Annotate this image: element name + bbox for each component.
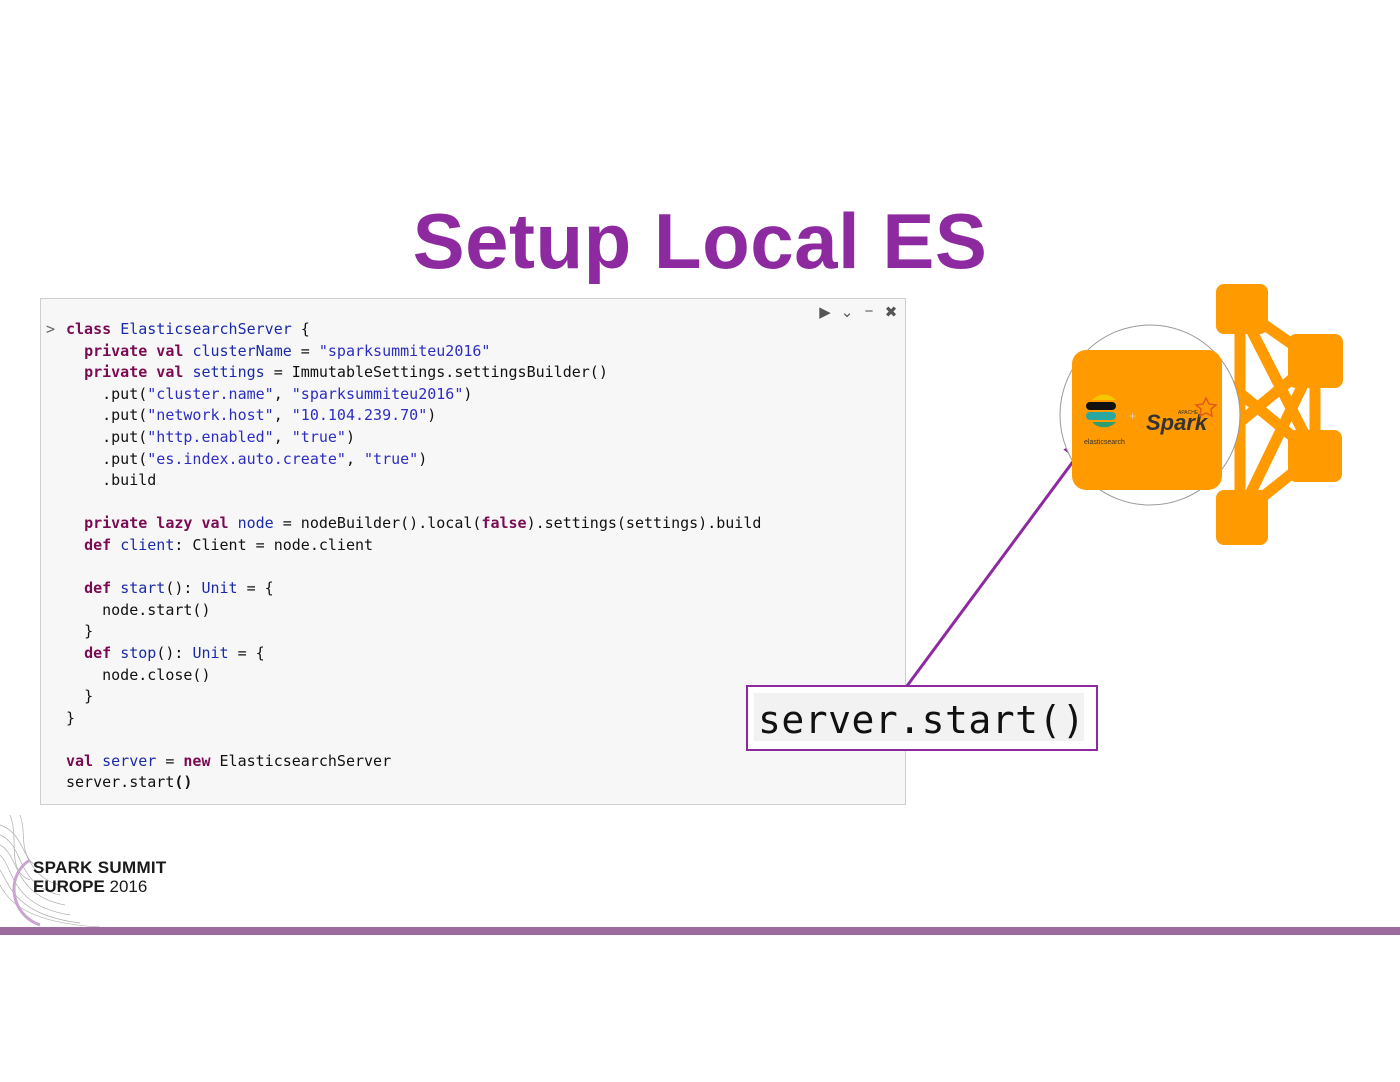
- close-icon[interactable]: ✖: [883, 303, 899, 321]
- cell-toolbar: ▶ ⌄ − ✖: [817, 303, 899, 321]
- code-text: =: [291, 341, 319, 360]
- chevron-down-icon[interactable]: ⌄: [839, 303, 855, 321]
- code-text: ).settings(settings).build: [526, 514, 762, 533]
- code-keyword: private lazy val: [84, 514, 229, 533]
- code-text: }: [84, 622, 94, 641]
- code-keyword: class: [66, 320, 112, 338]
- code-identifier: clusterName: [192, 341, 292, 360]
- code-text: ,: [273, 406, 292, 425]
- code-keyword: private val: [84, 363, 184, 382]
- code-text: = nodeBuilder().local(: [273, 514, 482, 533]
- code-keyword: val: [66, 751, 94, 770]
- code-text: ElasticsearchServer: [210, 751, 392, 770]
- code-text: .put(: [102, 406, 148, 425]
- code-text: ,: [273, 427, 292, 446]
- code-identifier: ElasticsearchServer: [120, 320, 292, 338]
- code-text: }: [84, 687, 94, 706]
- code-keyword: def: [84, 535, 112, 554]
- code-block[interactable]: class ElasticsearchServer { private val …: [66, 319, 761, 794]
- code-string: "cluster.name": [147, 384, 274, 403]
- elasticsearch-label: elasticsearch: [1084, 439, 1125, 446]
- code-identifier: start: [120, 579, 166, 598]
- network-graphic: elasticsearch + APACHE Spark: [1059, 284, 1343, 545]
- code-text: ():: [156, 643, 193, 662]
- logo-text-line1: SPARK SUMMIT: [33, 858, 167, 877]
- code-string: "network.host": [147, 406, 274, 425]
- code-text: = ImmutableSettings.settingsBuilder(): [264, 363, 608, 382]
- code-string: "true": [291, 427, 346, 446]
- code-keyword: def: [84, 579, 112, 598]
- code-text: .build: [102, 471, 157, 490]
- code-type: Unit: [192, 643, 229, 662]
- spark-label: Spark: [1146, 410, 1209, 435]
- code-text: = {: [237, 579, 274, 598]
- code-keyword: false: [481, 514, 527, 533]
- code-text: }: [66, 708, 76, 727]
- footer-bar: [0, 927, 1400, 935]
- plus-sign: +: [1129, 409, 1136, 423]
- code-string: "10.104.239.70": [291, 406, 428, 425]
- code-text: = {: [228, 643, 265, 662]
- code-text: (): [174, 773, 193, 792]
- code-text: .put(: [102, 427, 148, 446]
- code-string: "sparksummiteu2016": [291, 384, 464, 403]
- code-string: "es.index.auto.create": [147, 449, 346, 468]
- code-keyword: def: [84, 643, 112, 662]
- code-identifier: node: [237, 514, 274, 533]
- code-identifier: client: [120, 535, 175, 554]
- logo-text-line2: EUROPE 2016: [33, 877, 147, 897]
- play-icon[interactable]: ▶: [817, 303, 833, 321]
- code-text: =: [156, 751, 184, 770]
- code-text: ): [463, 384, 473, 403]
- code-text: ): [418, 449, 428, 468]
- code-text: .put(: [102, 384, 148, 403]
- code-string: "sparksummiteu2016": [318, 341, 491, 360]
- code-text: ): [345, 427, 355, 446]
- logo-text-europe: EUROPE: [33, 877, 105, 896]
- callout-box: server.start(): [746, 685, 1098, 751]
- code-text: {: [291, 320, 310, 338]
- code-string: "true": [364, 449, 419, 468]
- code-text: .put(: [102, 449, 148, 468]
- es-spark-diagram: elasticsearch + APACHE Spark: [1040, 280, 1360, 550]
- code-identifier: stop: [120, 643, 157, 662]
- code-text: node.start(): [102, 600, 211, 619]
- code-keyword: private val: [84, 341, 184, 360]
- callout-text: server.start(): [758, 698, 1086, 742]
- code-string: "http.enabled": [147, 427, 274, 446]
- code-text: ,: [273, 384, 292, 403]
- slide-title: Setup Local ES: [412, 197, 988, 285]
- code-text: ): [427, 406, 437, 425]
- code-keyword: new: [183, 751, 211, 770]
- code-text: ():: [165, 579, 202, 598]
- code-text: node.close(): [102, 665, 211, 684]
- code-identifier: settings: [192, 363, 265, 382]
- logo-text-year: 2016: [104, 877, 148, 896]
- code-text: ,: [345, 449, 365, 468]
- code-text: : Client = node.client: [174, 535, 374, 554]
- code-text: server.start: [66, 773, 175, 792]
- code-type: Unit: [201, 579, 238, 598]
- code-identifier: server: [102, 751, 157, 770]
- minus-icon[interactable]: −: [861, 303, 877, 321]
- cell-prompt: >: [46, 320, 56, 338]
